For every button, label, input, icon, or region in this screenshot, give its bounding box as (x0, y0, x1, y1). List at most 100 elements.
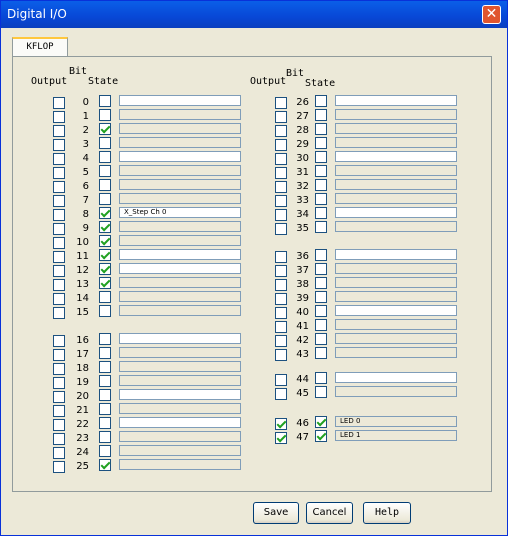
output-checkbox[interactable] (275, 153, 287, 165)
bit-label-field[interactable]: LED 1 (335, 430, 457, 441)
output-checkbox[interactable] (275, 111, 287, 123)
title-bar[interactable]: Digital I/O ✕ (1, 1, 507, 28)
bit-label-field[interactable] (119, 305, 241, 316)
state-checkbox[interactable] (315, 207, 327, 219)
state-checkbox[interactable] (315, 109, 327, 121)
output-checkbox[interactable] (275, 349, 287, 361)
bit-label-field[interactable]: X_Step Ch 0 (119, 207, 241, 218)
bit-label-field[interactable] (119, 333, 241, 344)
state-checkbox[interactable] (315, 347, 327, 359)
output-checkbox[interactable] (275, 125, 287, 137)
state-checkbox[interactable] (99, 193, 111, 205)
state-checkbox[interactable] (315, 179, 327, 191)
bit-label-field[interactable] (335, 319, 457, 330)
state-checkbox[interactable] (315, 277, 327, 289)
bit-label-field[interactable] (335, 249, 457, 260)
output-checkbox[interactable] (275, 167, 287, 179)
bit-label-field[interactable] (335, 123, 457, 134)
state-checkbox[interactable] (315, 305, 327, 317)
output-checkbox[interactable] (53, 405, 65, 417)
output-checkbox[interactable] (53, 139, 65, 151)
output-checkbox[interactable] (53, 447, 65, 459)
bit-label-field[interactable] (335, 165, 457, 176)
bit-label-field[interactable] (119, 375, 241, 386)
bit-label-field[interactable] (335, 291, 457, 302)
bit-label-field[interactable] (119, 235, 241, 246)
output-checkbox[interactable] (275, 251, 287, 263)
state-checkbox[interactable] (99, 249, 111, 261)
bit-label-field[interactable] (119, 95, 241, 106)
bit-label-field[interactable] (119, 165, 241, 176)
bit-label-field[interactable] (335, 333, 457, 344)
output-checkbox[interactable] (275, 335, 287, 347)
state-checkbox[interactable] (99, 347, 111, 359)
bit-label-field[interactable] (335, 263, 457, 274)
output-checkbox[interactable] (53, 377, 65, 389)
state-checkbox[interactable] (315, 137, 327, 149)
output-checkbox[interactable] (53, 363, 65, 375)
close-button[interactable]: ✕ (482, 5, 501, 24)
save-button[interactable]: Save (253, 502, 299, 524)
state-checkbox[interactable] (315, 333, 327, 345)
output-checkbox[interactable] (53, 419, 65, 431)
bit-label-field[interactable] (335, 221, 457, 232)
output-checkbox[interactable] (275, 265, 287, 277)
bit-label-field[interactable] (119, 417, 241, 428)
state-checkbox[interactable] (315, 193, 327, 205)
state-checkbox[interactable] (99, 403, 111, 415)
state-checkbox[interactable] (99, 179, 111, 191)
bit-label-field[interactable] (119, 109, 241, 120)
output-checkbox[interactable] (275, 321, 287, 333)
output-checkbox[interactable] (53, 265, 65, 277)
state-checkbox[interactable] (99, 417, 111, 429)
state-checkbox[interactable] (99, 459, 111, 471)
bit-label-field[interactable] (335, 95, 457, 106)
bit-label-field[interactable] (119, 137, 241, 148)
state-checkbox[interactable] (99, 263, 111, 275)
output-checkbox[interactable] (53, 237, 65, 249)
output-checkbox[interactable] (275, 418, 287, 430)
output-checkbox[interactable] (53, 307, 65, 319)
state-checkbox[interactable] (99, 389, 111, 401)
output-checkbox[interactable] (53, 279, 65, 291)
bit-label-field[interactable]: LED 0 (335, 416, 457, 427)
output-checkbox[interactable] (53, 335, 65, 347)
state-checkbox[interactable] (99, 445, 111, 457)
bit-label-field[interactable] (119, 249, 241, 260)
state-checkbox[interactable] (99, 207, 111, 219)
output-checkbox[interactable] (53, 433, 65, 445)
output-checkbox[interactable] (275, 374, 287, 386)
cancel-button[interactable]: Cancel (306, 502, 353, 524)
bit-label-field[interactable] (119, 291, 241, 302)
state-checkbox[interactable] (99, 137, 111, 149)
output-checkbox[interactable] (53, 293, 65, 305)
bit-label-field[interactable] (335, 305, 457, 316)
output-checkbox[interactable] (53, 461, 65, 473)
output-checkbox[interactable] (53, 195, 65, 207)
state-checkbox[interactable] (99, 333, 111, 345)
state-checkbox[interactable] (315, 95, 327, 107)
bit-label-field[interactable] (119, 263, 241, 274)
bit-label-field[interactable] (335, 277, 457, 288)
output-checkbox[interactable] (275, 181, 287, 193)
state-checkbox[interactable] (99, 235, 111, 247)
state-checkbox[interactable] (99, 95, 111, 107)
output-checkbox[interactable] (53, 111, 65, 123)
output-checkbox[interactable] (53, 167, 65, 179)
bit-label-field[interactable] (119, 193, 241, 204)
bit-label-field[interactable] (335, 109, 457, 120)
state-checkbox[interactable] (315, 221, 327, 233)
state-checkbox[interactable] (99, 375, 111, 387)
bit-label-field[interactable] (119, 431, 241, 442)
state-checkbox[interactable] (315, 430, 327, 442)
bit-label-field[interactable] (335, 193, 457, 204)
output-checkbox[interactable] (53, 251, 65, 263)
output-checkbox[interactable] (275, 139, 287, 151)
bit-label-field[interactable] (335, 372, 457, 383)
output-checkbox[interactable] (53, 349, 65, 361)
bit-label-field[interactable] (335, 179, 457, 190)
output-checkbox[interactable] (53, 181, 65, 193)
state-checkbox[interactable] (315, 151, 327, 163)
output-checkbox[interactable] (275, 209, 287, 221)
state-checkbox[interactable] (99, 165, 111, 177)
